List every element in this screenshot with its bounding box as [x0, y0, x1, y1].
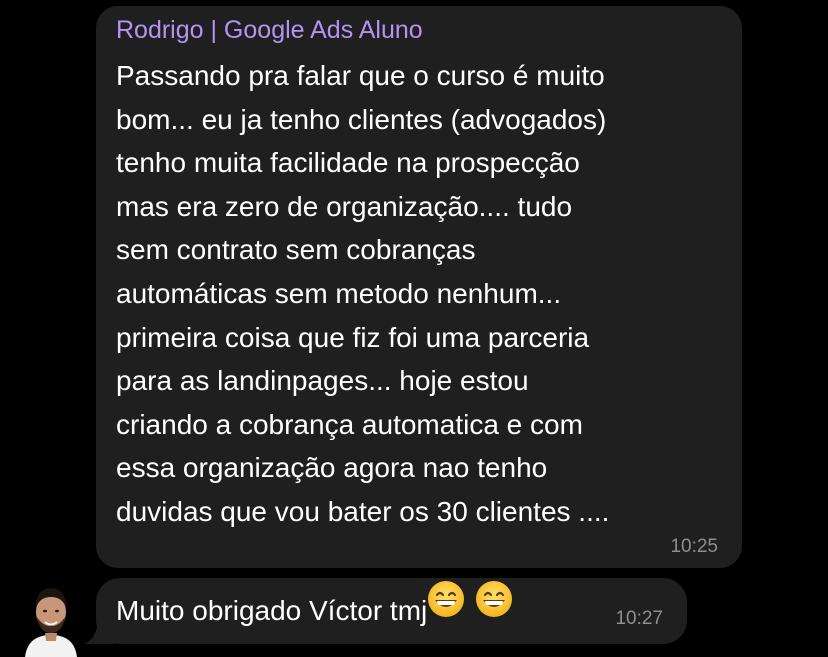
grinning-face-icon [475, 576, 513, 642]
avatar[interactable] [23, 575, 79, 657]
message-line: Muito obrigado Víctor tmj [116, 595, 428, 626]
message-bubble[interactable]: Muito obrigado Víctor tmj 10:27 [96, 578, 687, 644]
message-line: tenho muita facilidade na prospecção [116, 147, 580, 179]
message-text: Passando pra falar que o curso é muito b… [116, 54, 724, 534]
message-text: Muito obrigado Víctor tmj [116, 578, 687, 644]
message-line: mas era zero de organização.... tudo [116, 190, 573, 222]
message-line: sem contrato sem cobranças [116, 234, 476, 266]
message-line: primeira coisa que fiz foi uma parceria [116, 321, 590, 353]
message-line: essa organização agora nao tenho [116, 452, 548, 484]
message-timestamp: 10:25 [670, 536, 718, 557]
message-line: para as landinpages... hoje estou [116, 365, 529, 397]
avatar-photo-icon [23, 575, 79, 657]
message-line: bom... eu ja tenho clientes (advogados) [116, 103, 607, 135]
message-bubble[interactable]: Rodrigo | Google Ads Aluno Passando pra … [96, 6, 742, 568]
sender-name[interactable]: Rodrigo | Google Ads Aluno [116, 14, 724, 46]
message-timestamp: 10:27 [615, 608, 663, 629]
message-line: criando a cobrança automatica e com [116, 408, 583, 440]
chat-view: Rodrigo | Google Ads Aluno Passando pra … [0, 0, 828, 657]
grinning-face-icon [427, 576, 465, 642]
message-line: duvidas que vou bater os 30 clientes ...… [116, 495, 610, 527]
message-line: automáticas sem metodo nenhum... [116, 277, 562, 309]
message-line: Passando pra falar que o curso é muito [116, 60, 605, 91]
